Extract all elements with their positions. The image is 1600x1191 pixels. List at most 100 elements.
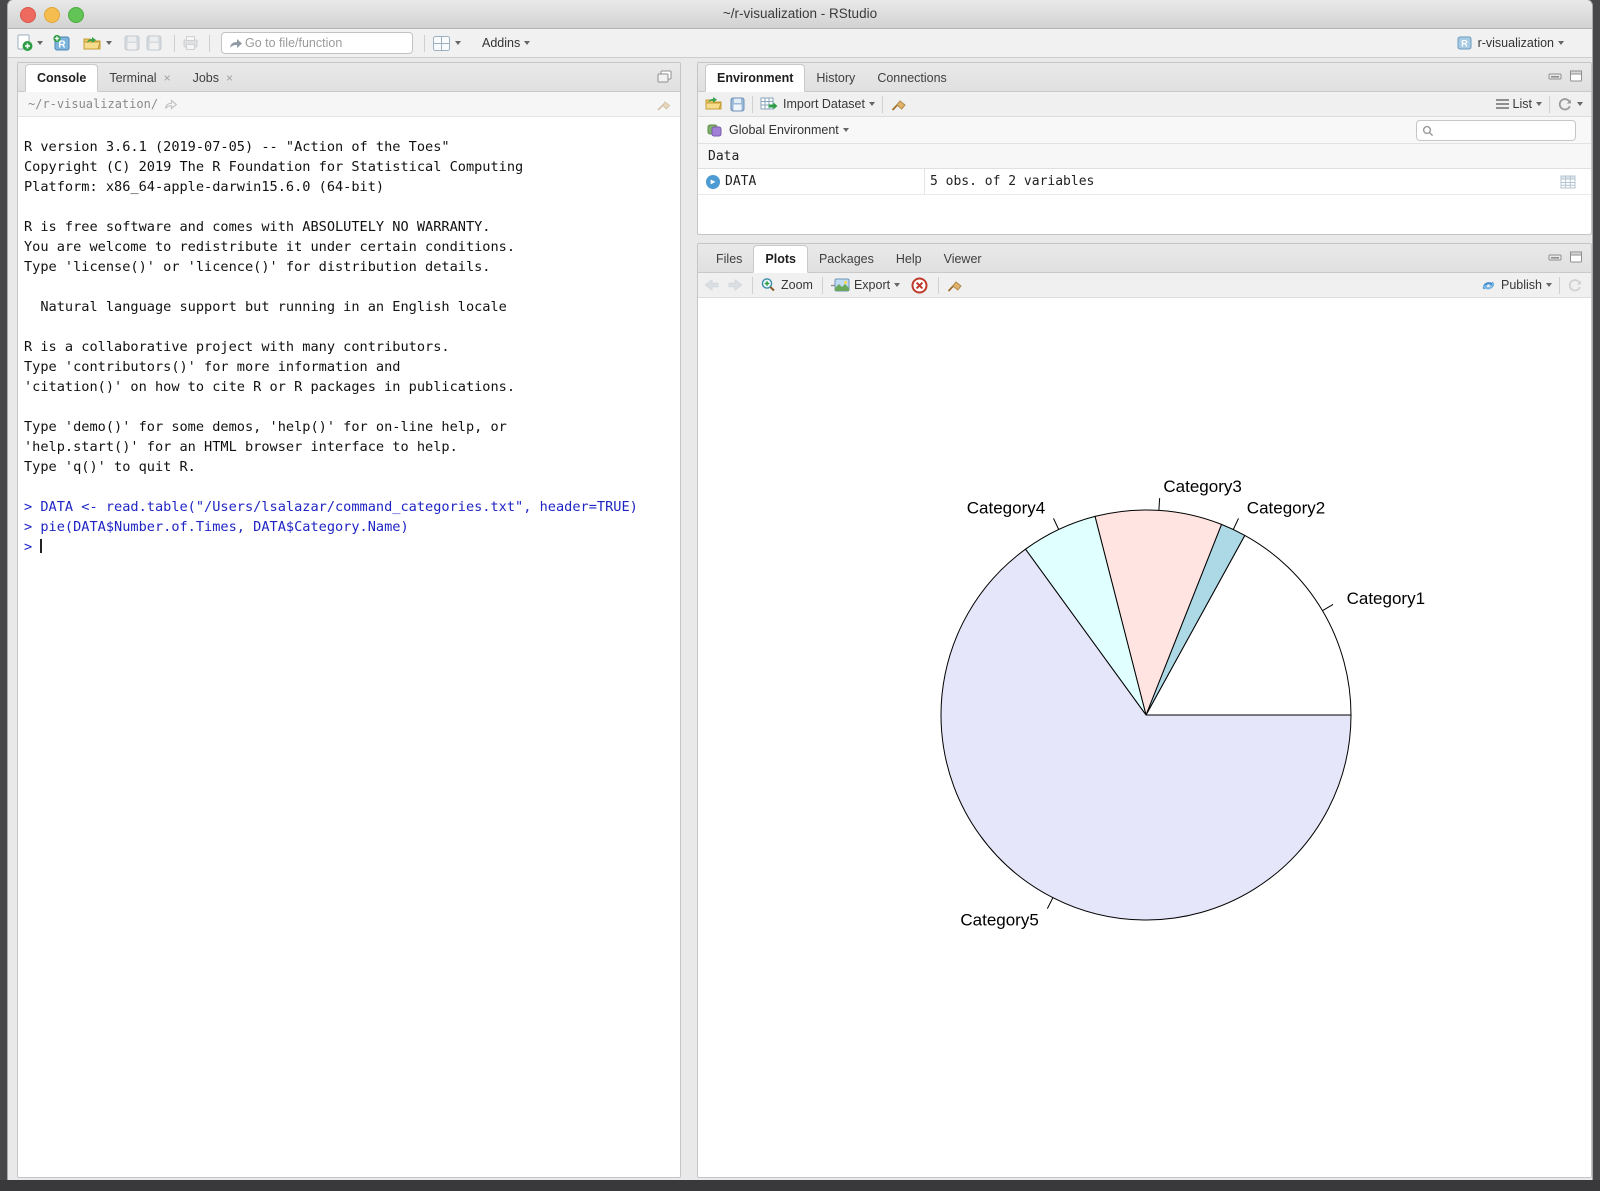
save-all-button[interactable] [146,35,162,51]
environment-object-row[interactable]: ▶ DATA 5 obs. of 2 variables [698,169,1591,195]
chevron-down-icon [894,283,900,287]
clear-all-plots-broom-icon[interactable] [946,277,963,293]
title-bar: ~/r-visualization - RStudio [8,0,1592,29]
table-grid-icon[interactable] [1560,175,1576,189]
new-project-button[interactable]: R [52,34,73,53]
new-project-icon: R [52,34,73,53]
clear-console-broom-icon[interactable] [656,97,672,112]
pie-label-category3: Category3 [1163,477,1241,496]
pie-label-tick [1322,604,1333,610]
object-name: DATA [725,174,756,189]
load-workspace-icon[interactable] [704,96,723,112]
console-working-dir-bar: ~/r-visualization/ [18,92,680,117]
working-directory: ~/r-visualization/ [28,97,158,111]
goto-arrow-icon [228,37,243,50]
console-line: Natural language support but running in … [24,297,680,317]
new-file-icon [16,34,33,52]
plots-toolbar: Zoom Export Publish [698,273,1591,298]
tab-jobs[interactable]: Jobs× [182,65,244,91]
goto-directory-icon[interactable] [164,98,178,110]
chevron-down-icon [37,41,43,45]
zoom-plot-button[interactable]: Zoom [760,277,813,293]
open-folder-icon [82,35,102,52]
desktop-edge [0,1180,1600,1191]
pie-chart: Category1Category2Category3Category4Cate… [698,299,1591,1177]
save-icon [124,35,140,51]
chevron-down-icon [1577,102,1583,106]
addins-menu[interactable]: Addins [477,36,530,50]
goto-file-box[interactable] [221,32,413,54]
svg-text:R: R [58,39,66,50]
chevron-down-icon [1536,102,1542,106]
tab-history[interactable]: History [805,65,866,91]
minimize-pane-icon[interactable] [1548,251,1562,263]
console-line: > DATA <- read.table("/Users/lsalazar/co… [24,497,680,517]
maximize-pane-icon[interactable] [657,70,672,83]
tab-files[interactable]: Files [705,246,753,272]
expand-play-icon[interactable]: ▶ [706,175,720,189]
environment-view-mode-button[interactable]: List [1496,97,1542,111]
refresh-environment-button[interactable] [1557,97,1583,112]
pie-label-tick [1053,518,1058,529]
import-dataset-icon [760,96,779,112]
refresh-plot-icon[interactable] [1567,278,1583,293]
maximize-pane-icon[interactable] [1569,70,1583,82]
plot-canvas: Category1Category2Category3Category4Cate… [698,299,1591,1177]
project-menu[interactable]: R r-visualization [1456,35,1564,51]
pie-label-tick [1159,498,1160,510]
import-dataset-label: Import Dataset [783,97,865,111]
console-line: R version 3.6.1 (2019-07-05) -- "Action … [24,137,680,157]
project-icon: R [1456,35,1473,51]
import-dataset-button[interactable]: Import Dataset [760,96,875,112]
open-file-button[interactable] [82,35,112,52]
goto-file-input[interactable] [243,35,406,51]
list-icon [1496,97,1509,111]
tab-plots[interactable]: Plots [753,245,808,273]
minimize-pane-icon[interactable] [1548,70,1562,82]
zoom-label: Zoom [781,278,813,292]
pie-label-category2: Category2 [1247,498,1325,517]
chevron-down-icon [106,41,112,45]
close-icon[interactable]: × [226,72,233,84]
object-summary: 5 obs. of 2 variables [925,174,1094,189]
remove-plot-icon[interactable] [911,277,928,294]
publish-button[interactable]: Publish [1480,278,1552,293]
chevron-down-icon [869,102,875,106]
clear-environment-broom-icon[interactable] [890,96,907,112]
export-label: Export [854,278,890,292]
save-button[interactable] [124,35,140,51]
console-prompt[interactable]: > [24,537,680,557]
environment-search-input[interactable] [1438,123,1570,139]
print-button[interactable] [182,35,199,51]
console-line: Type 'q()' to quit R. [24,457,680,477]
refresh-icon [1557,97,1573,112]
scope-label: Global Environment [729,123,839,137]
tab-environment[interactable]: Environment [705,64,805,92]
export-image-icon [830,277,850,293]
environment-search-box[interactable] [1416,120,1576,141]
forward-icon[interactable] [727,278,743,292]
new-file-button[interactable] [16,34,43,52]
pie-label-tick [1047,898,1053,909]
tab-viewer[interactable]: Viewer [933,246,993,272]
console-line: 'help.start()' for an HTML browser inter… [24,437,680,457]
maximize-pane-icon[interactable] [1569,251,1583,263]
console-line [24,317,680,337]
close-icon[interactable]: × [164,72,171,84]
console-line: 'citation()' on how to cite R or R packa… [24,377,680,397]
tab-terminal[interactable]: Terminal× [98,65,181,91]
export-plot-button[interactable]: Export [830,277,900,293]
environment-pane: Environment History Connections Import D… [697,62,1592,235]
pane-layout-button[interactable] [432,35,461,52]
tab-connections[interactable]: Connections [866,65,958,91]
console-line: Type 'demo()' for some demos, 'help()' f… [24,417,680,437]
tab-console[interactable]: Console [25,64,98,92]
tab-packages[interactable]: Packages [808,246,885,272]
scope-selector[interactable]: Global Environment [723,123,849,137]
save-workspace-icon[interactable] [730,97,745,112]
console-output[interactable]: R version 3.6.1 (2019-07-05) -- "Action … [18,117,680,557]
back-icon[interactable] [704,278,720,292]
tab-help[interactable]: Help [885,246,933,272]
pie-label-tick [1233,518,1238,529]
main-toolbar: R Addins R [8,29,1592,58]
